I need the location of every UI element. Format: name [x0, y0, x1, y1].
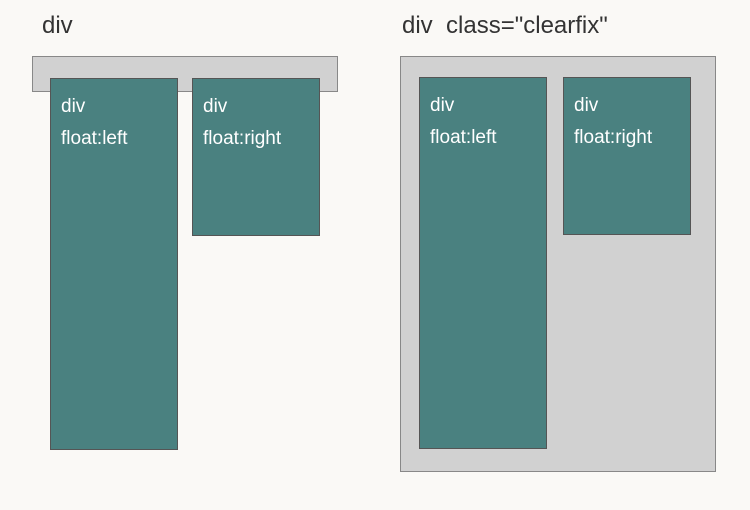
- box-left-float-left: div float:left: [50, 78, 178, 450]
- box-right-b-line2: float:right: [574, 122, 680, 154]
- box-right-a-line2: float:left: [430, 122, 536, 154]
- box-left-a-line2: float:left: [61, 123, 167, 155]
- box-right-a-line1: div: [430, 90, 536, 122]
- box-left-float-right: div float:right: [192, 78, 320, 236]
- box-right-b-line1: div: [574, 90, 680, 122]
- title-right: div class="clearfix": [402, 12, 608, 40]
- title-right-div: div: [402, 12, 433, 39]
- title-right-class: class="clearfix": [446, 12, 608, 39]
- box-left-b-line1: div: [203, 91, 309, 123]
- box-left-a-line1: div: [61, 91, 167, 123]
- title-left: div: [42, 12, 73, 40]
- container-right-clearfix: div float:left div float:right: [400, 56, 716, 472]
- box-left-b-line2: float:right: [203, 123, 309, 155]
- box-right-float-right: div float:right: [563, 77, 691, 235]
- box-right-float-left: div float:left: [419, 77, 547, 449]
